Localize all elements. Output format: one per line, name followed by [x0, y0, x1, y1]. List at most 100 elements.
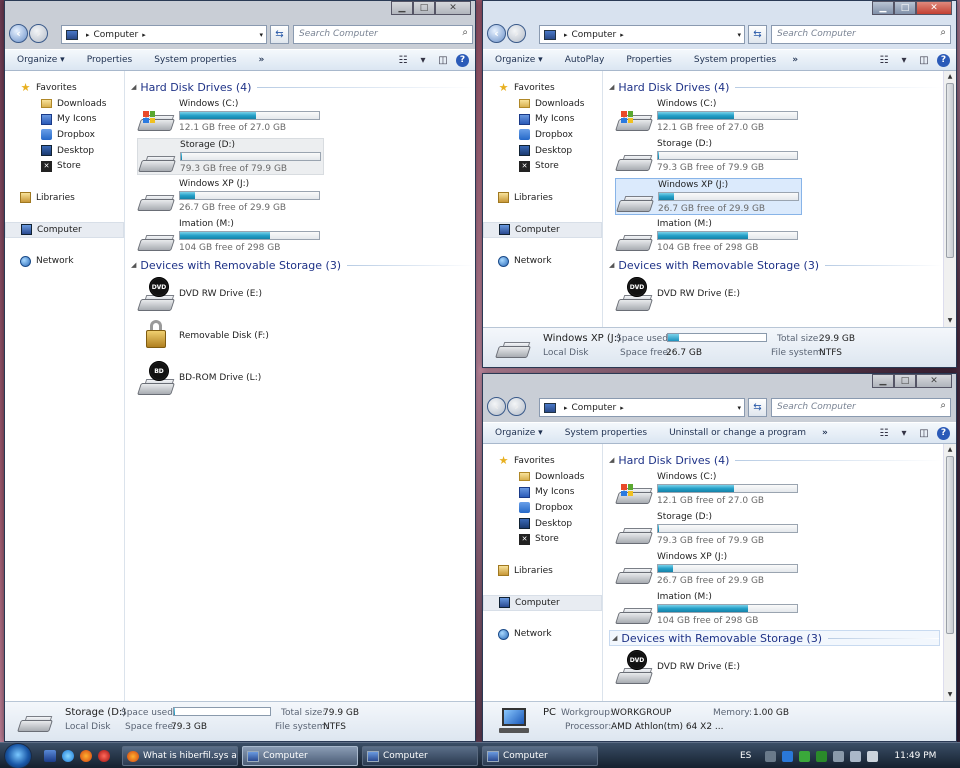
volume-icon[interactable]	[867, 750, 879, 762]
taskbar-item-computer[interactable]: Computer	[482, 746, 598, 766]
back-button[interactable]: ‹	[9, 24, 28, 43]
collapse-icon[interactable]: ◢	[609, 456, 614, 464]
drive-item[interactable]: Windows XP (J:) 26.7 GB free of 29.9 GB	[615, 178, 802, 215]
address-bar[interactable]: ▸ Computer ▸ ▾	[539, 398, 745, 417]
nav-computer[interactable]: Computer	[5, 221, 124, 238]
group-header-hard-disk-drives[interactable]: ◢ Hard Disk Drives (4)	[609, 452, 942, 468]
nav-desktop[interactable]: Desktop	[483, 143, 602, 159]
view-options-icon[interactable]: ☷	[877, 53, 891, 67]
nav-dropbox[interactable]: Dropbox	[483, 500, 602, 516]
address-bar[interactable]: ▸ Computer ▸ ▾	[539, 25, 745, 44]
maximize-button[interactable]: □	[894, 374, 916, 388]
nav-my-icons[interactable]: My Icons	[483, 111, 602, 127]
more-commands-button[interactable]: »	[792, 55, 798, 65]
dropbox-icon[interactable]	[782, 750, 794, 762]
collapse-icon[interactable]: ◢	[609, 261, 614, 269]
close-button[interactable]: ✕	[435, 1, 471, 15]
removable-item[interactable]: BD BD-ROM Drive (L:)	[137, 360, 324, 397]
more-commands-button[interactable]: »	[259, 55, 265, 65]
more-commands-button[interactable]: »	[822, 428, 828, 438]
action-center-icon[interactable]	[833, 750, 845, 762]
internet-explorer-icon[interactable]	[62, 750, 74, 762]
nav-desktop[interactable]: Desktop	[5, 143, 124, 159]
taskbar-item-firefox[interactable]: What is hiberfil.sys a...	[122, 746, 238, 766]
view-options-icon[interactable]: ☷	[396, 53, 410, 67]
collapse-icon[interactable]: ◢	[612, 634, 617, 642]
nav-my-icons[interactable]: My Icons	[483, 484, 602, 500]
minimize-button[interactable]: ▁	[872, 1, 894, 15]
taskbar-item-computer[interactable]: Computer	[242, 746, 358, 766]
drive-item[interactable]: Windows (C:) 12.1 GB free of 27.0 GB	[615, 98, 802, 135]
preview-pane-icon[interactable]: ◫	[917, 426, 931, 440]
chevron-down-icon[interactable]: ▾	[259, 31, 263, 39]
drive-item[interactable]: Imation (M:) 104 GB free of 298 GB	[615, 218, 802, 255]
refresh-button[interactable]: ⇆	[748, 25, 767, 44]
nav-favorites[interactable]: ★ Favorites	[5, 80, 124, 96]
back-button[interactable]: ‹	[487, 397, 506, 416]
nav-store[interactable]: ✕ Store	[483, 531, 602, 547]
minimize-button[interactable]: ▁	[391, 1, 413, 15]
nav-store[interactable]: ✕ Store	[483, 158, 602, 174]
forward-button[interactable]: ›	[507, 24, 526, 43]
address-bar[interactable]: ▸ Computer ▸ ▾	[61, 25, 267, 44]
clock[interactable]: 11:49 PM	[894, 751, 936, 761]
preview-pane-icon[interactable]: ◫	[917, 53, 931, 67]
nav-downloads[interactable]: Downloads	[483, 469, 602, 485]
taskbar-item-computer[interactable]: Computer	[362, 746, 478, 766]
nav-network[interactable]: Network	[483, 627, 602, 643]
view-options-icon[interactable]: ☷	[877, 426, 891, 440]
arrow-icon[interactable]	[765, 750, 777, 762]
nav-dropbox[interactable]: Dropbox	[483, 127, 602, 143]
system-properties-button[interactable]: System properties	[565, 428, 647, 438]
drive-item[interactable]: Windows XP (J:) 26.7 GB free of 29.9 GB	[615, 551, 802, 588]
maximize-button[interactable]: □	[413, 1, 435, 15]
refresh-button[interactable]: ⇆	[270, 25, 289, 44]
collapse-icon[interactable]: ◢	[131, 83, 136, 91]
removable-item[interactable]: DVD DVD RW Drive (E:)	[615, 649, 802, 686]
preview-pane-icon[interactable]: ◫	[436, 53, 450, 67]
firefox-icon[interactable]	[80, 750, 92, 762]
forward-button[interactable]: ›	[29, 24, 48, 43]
drive-item[interactable]: Storage (D:) 79.3 GB free of 79.9 GB	[137, 138, 324, 175]
nav-downloads[interactable]: Downloads	[483, 96, 602, 112]
nav-network[interactable]: Network	[483, 254, 602, 270]
forward-button[interactable]: ›	[507, 397, 526, 416]
help-icon[interactable]: ?	[937, 426, 950, 440]
drive-item[interactable]: Imation (M:) 104 GB free of 298 GB	[615, 591, 802, 628]
chevron-down-icon[interactable]: ▾	[416, 53, 430, 67]
language-indicator[interactable]: ES	[740, 751, 751, 761]
help-icon[interactable]: ?	[456, 53, 469, 67]
search-input[interactable]: Search Computer ⌕	[771, 398, 951, 417]
nav-store[interactable]: ✕ Store	[5, 158, 124, 174]
nav-computer[interactable]: Computer	[483, 221, 602, 238]
chevron-down-icon[interactable]: ▾	[737, 31, 741, 39]
collapse-icon[interactable]: ◢	[131, 261, 136, 269]
security-icon[interactable]	[816, 750, 828, 762]
close-button[interactable]: ✕	[916, 1, 952, 15]
drive-item[interactable]: Storage (D:) 79.3 GB free of 79.9 GB	[615, 138, 802, 175]
minimize-button[interactable]: ▁	[872, 374, 894, 388]
organize-button[interactable]: Organize ▾	[495, 428, 543, 438]
close-button[interactable]: ✕	[916, 374, 952, 388]
organize-button[interactable]: Organize ▾	[495, 55, 543, 65]
organize-button[interactable]: Organize ▾	[17, 55, 65, 65]
maximize-button[interactable]: □	[894, 1, 916, 15]
group-header-hard-disk-drives[interactable]: ◢ Hard Disk Drives (4)	[609, 79, 942, 95]
autoplay-button[interactable]: AutoPlay	[565, 55, 605, 65]
properties-button[interactable]: Properties	[87, 55, 132, 65]
nav-downloads[interactable]: Downloads	[5, 96, 124, 112]
show-desktop-icon[interactable]	[44, 750, 56, 762]
chevron-down-icon[interactable]: ▾	[897, 426, 911, 440]
group-header-removable-storage[interactable]: ◢ Devices with Removable Storage (3)	[609, 630, 940, 646]
search-input[interactable]: Search Computer ⌕	[771, 25, 951, 44]
nav-desktop[interactable]: Desktop	[483, 516, 602, 532]
removable-item[interactable]: DVD DVD RW Drive (E:)	[137, 276, 324, 313]
nav-my-icons[interactable]: My Icons	[5, 111, 124, 127]
drive-item[interactable]: Storage (D:) 79.3 GB free of 79.9 GB	[615, 511, 802, 548]
group-header-removable-storage[interactable]: ◢ Devices with Removable Storage (3)	[609, 257, 942, 273]
system-properties-button[interactable]: System properties	[154, 55, 236, 65]
group-header-removable-storage[interactable]: ◢ Devices with Removable Storage (3)	[131, 257, 475, 273]
title-bar[interactable]: ▁ □ ✕	[483, 374, 956, 390]
removable-item[interactable]: Removable Disk (F:)	[137, 318, 324, 355]
network-icon[interactable]	[850, 750, 862, 762]
